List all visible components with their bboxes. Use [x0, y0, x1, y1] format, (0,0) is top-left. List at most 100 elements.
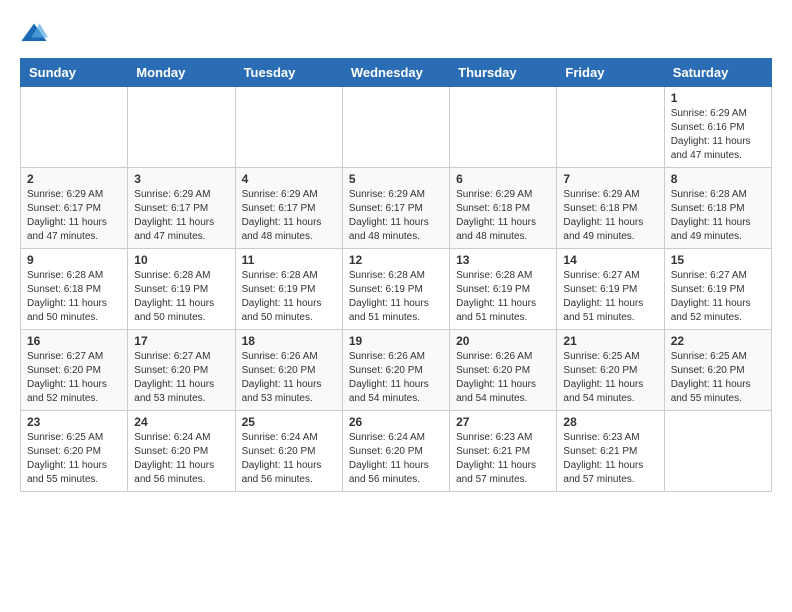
calendar-cell	[128, 87, 235, 168]
day-info: Sunrise: 6:28 AM Sunset: 6:19 PM Dayligh…	[242, 269, 336, 325]
day-number: 27	[456, 415, 550, 429]
day-info: Sunrise: 6:23 AM Sunset: 6:21 PM Dayligh…	[456, 431, 550, 487]
weekday-header-sunday: Sunday	[21, 59, 128, 87]
calendar-cell	[557, 87, 664, 168]
calendar-header-row: SundayMondayTuesdayWednesdayThursdayFrid…	[21, 59, 772, 87]
day-number: 6	[456, 172, 550, 186]
calendar-cell: 11 Sunrise: 6:28 AM Sunset: 6:19 PM Dayli…	[235, 249, 342, 330]
day-number: 11	[242, 253, 336, 267]
calendar-cell: 28 Sunrise: 6:23 AM Sunset: 6:21 PM Dayli…	[557, 411, 664, 492]
day-number: 2	[27, 172, 121, 186]
calendar-cell	[342, 87, 449, 168]
calendar-week-row: 9 Sunrise: 6:28 AM Sunset: 6:18 PM Daylig…	[21, 249, 772, 330]
day-number: 7	[563, 172, 657, 186]
day-info: Sunrise: 6:25 AM Sunset: 6:20 PM Dayligh…	[563, 350, 657, 406]
day-info: Sunrise: 6:28 AM Sunset: 6:18 PM Dayligh…	[671, 188, 765, 244]
calendar-cell: 22 Sunrise: 6:25 AM Sunset: 6:20 PM Dayli…	[664, 330, 771, 411]
day-number: 19	[349, 334, 443, 348]
calendar-cell: 6 Sunrise: 6:29 AM Sunset: 6:18 PM Daylig…	[450, 168, 557, 249]
day-info: Sunrise: 6:23 AM Sunset: 6:21 PM Dayligh…	[563, 431, 657, 487]
day-number: 4	[242, 172, 336, 186]
day-info: Sunrise: 6:24 AM Sunset: 6:20 PM Dayligh…	[242, 431, 336, 487]
day-info: Sunrise: 6:29 AM Sunset: 6:17 PM Dayligh…	[242, 188, 336, 244]
day-number: 17	[134, 334, 228, 348]
calendar-cell	[664, 411, 771, 492]
calendar-week-row: 1 Sunrise: 6:29 AM Sunset: 6:16 PM Daylig…	[21, 87, 772, 168]
day-info: Sunrise: 6:28 AM Sunset: 6:19 PM Dayligh…	[349, 269, 443, 325]
calendar-cell: 20 Sunrise: 6:26 AM Sunset: 6:20 PM Dayli…	[450, 330, 557, 411]
calendar-week-row: 2 Sunrise: 6:29 AM Sunset: 6:17 PM Daylig…	[21, 168, 772, 249]
day-number: 10	[134, 253, 228, 267]
day-number: 18	[242, 334, 336, 348]
calendar-cell: 17Sunrise: 6:27 AM Sunset: 6:20 PM Dayli…	[128, 330, 235, 411]
day-number: 5	[349, 172, 443, 186]
calendar-cell	[450, 87, 557, 168]
logo	[20, 20, 52, 48]
weekday-header-friday: Friday	[557, 59, 664, 87]
day-info: Sunrise: 6:29 AM Sunset: 6:18 PM Dayligh…	[563, 188, 657, 244]
day-info: Sunrise: 6:28 AM Sunset: 6:19 PM Dayligh…	[134, 269, 228, 325]
day-number: 9	[27, 253, 121, 267]
day-info: Sunrise: 6:27 AM Sunset: 6:20 PM Dayligh…	[27, 350, 121, 406]
day-info: Sunrise: 6:26 AM Sunset: 6:20 PM Dayligh…	[242, 350, 336, 406]
calendar-cell: 23 Sunrise: 6:25 AM Sunset: 6:20 PM Dayli…	[21, 411, 128, 492]
calendar-cell: 27 Sunrise: 6:23 AM Sunset: 6:21 PM Dayli…	[450, 411, 557, 492]
calendar-week-row: 23 Sunrise: 6:25 AM Sunset: 6:20 PM Dayli…	[21, 411, 772, 492]
day-number: 16	[27, 334, 121, 348]
day-number: 8	[671, 172, 765, 186]
calendar-cell: 9 Sunrise: 6:28 AM Sunset: 6:18 PM Daylig…	[21, 249, 128, 330]
day-info: Sunrise: 6:27 AM Sunset: 6:19 PM Dayligh…	[671, 269, 765, 325]
calendar-cell: 1 Sunrise: 6:29 AM Sunset: 6:16 PM Daylig…	[664, 87, 771, 168]
calendar-cell: 18 Sunrise: 6:26 AM Sunset: 6:20 PM Dayli…	[235, 330, 342, 411]
calendar-week-row: 16 Sunrise: 6:27 AM Sunset: 6:20 PM Dayli…	[21, 330, 772, 411]
day-number: 3	[134, 172, 228, 186]
day-number: 13	[456, 253, 550, 267]
day-number: 25	[242, 415, 336, 429]
calendar-cell: 16 Sunrise: 6:27 AM Sunset: 6:20 PM Dayli…	[21, 330, 128, 411]
weekday-header-wednesday: Wednesday	[342, 59, 449, 87]
day-info: Sunrise: 6:24 AM Sunset: 6:20 PM Dayligh…	[349, 431, 443, 487]
calendar-cell: 21 Sunrise: 6:25 AM Sunset: 6:20 PM Dayli…	[557, 330, 664, 411]
weekday-header-saturday: Saturday	[664, 59, 771, 87]
page-header	[20, 20, 772, 48]
calendar-cell: 19Sunrise: 6:26 AM Sunset: 6:20 PM Dayli…	[342, 330, 449, 411]
day-number: 24	[134, 415, 228, 429]
day-number: 28	[563, 415, 657, 429]
day-info: Sunrise: 6:26 AM Sunset: 6:20 PM Dayligh…	[456, 350, 550, 406]
calendar-table: SundayMondayTuesdayWednesdayThursdayFrid…	[20, 58, 772, 492]
day-number: 23	[27, 415, 121, 429]
weekday-header-monday: Monday	[128, 59, 235, 87]
calendar-cell: 25 Sunrise: 6:24 AM Sunset: 6:20 PM Dayli…	[235, 411, 342, 492]
day-number: 14	[563, 253, 657, 267]
calendar-cell: 24 Sunrise: 6:24 AM Sunset: 6:20 PM Dayli…	[128, 411, 235, 492]
day-number: 1	[671, 91, 765, 105]
day-info: Sunrise: 6:29 AM Sunset: 6:18 PM Dayligh…	[456, 188, 550, 244]
calendar-cell: 4 Sunrise: 6:29 AM Sunset: 6:17 PM Daylig…	[235, 168, 342, 249]
calendar-cell: 13 Sunrise: 6:28 AM Sunset: 6:19 PM Dayli…	[450, 249, 557, 330]
day-number: 21	[563, 334, 657, 348]
day-info: Sunrise: 6:28 AM Sunset: 6:19 PM Dayligh…	[456, 269, 550, 325]
day-info: Sunrise: 6:25 AM Sunset: 6:20 PM Dayligh…	[671, 350, 765, 406]
weekday-header-thursday: Thursday	[450, 59, 557, 87]
calendar-cell: 7 Sunrise: 6:29 AM Sunset: 6:18 PM Daylig…	[557, 168, 664, 249]
day-info: Sunrise: 6:29 AM Sunset: 6:17 PM Dayligh…	[134, 188, 228, 244]
day-info: Sunrise: 6:27 AM Sunset: 6:19 PM Dayligh…	[563, 269, 657, 325]
day-info: Sunrise: 6:29 AM Sunset: 6:17 PM Dayligh…	[27, 188, 121, 244]
day-number: 15	[671, 253, 765, 267]
calendar-cell: 12Sunrise: 6:28 AM Sunset: 6:19 PM Dayli…	[342, 249, 449, 330]
weekday-header-tuesday: Tuesday	[235, 59, 342, 87]
calendar-cell: 8 Sunrise: 6:28 AM Sunset: 6:18 PM Daylig…	[664, 168, 771, 249]
calendar-cell	[235, 87, 342, 168]
day-info: Sunrise: 6:28 AM Sunset: 6:18 PM Dayligh…	[27, 269, 121, 325]
logo-icon	[20, 20, 48, 48]
calendar-cell: 3 Sunrise: 6:29 AM Sunset: 6:17 PM Daylig…	[128, 168, 235, 249]
day-info: Sunrise: 6:24 AM Sunset: 6:20 PM Dayligh…	[134, 431, 228, 487]
day-info: Sunrise: 6:29 AM Sunset: 6:17 PM Dayligh…	[349, 188, 443, 244]
calendar-cell	[21, 87, 128, 168]
day-number: 20	[456, 334, 550, 348]
day-info: Sunrise: 6:29 AM Sunset: 6:16 PM Dayligh…	[671, 107, 765, 163]
calendar-cell: 14 Sunrise: 6:27 AM Sunset: 6:19 PM Dayli…	[557, 249, 664, 330]
day-info: Sunrise: 6:25 AM Sunset: 6:20 PM Dayligh…	[27, 431, 121, 487]
calendar-cell: 2 Sunrise: 6:29 AM Sunset: 6:17 PM Daylig…	[21, 168, 128, 249]
day-number: 22	[671, 334, 765, 348]
